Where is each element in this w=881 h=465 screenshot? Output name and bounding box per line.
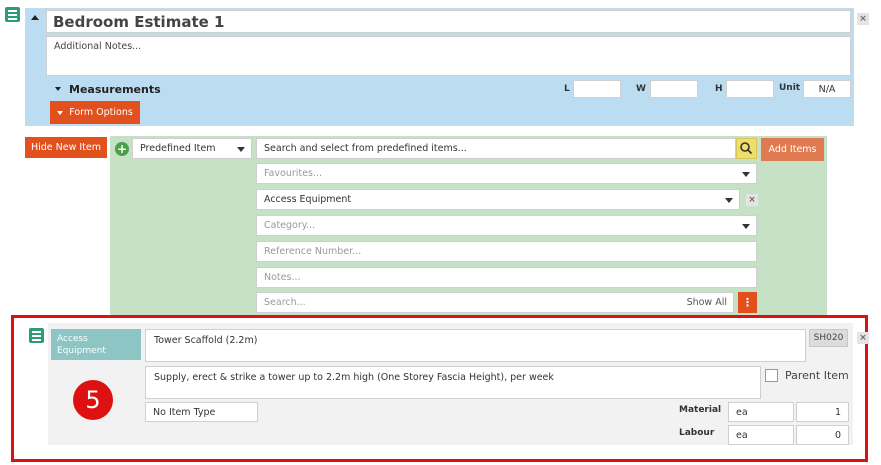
item-description-textarea[interactable]: Supply, erect & strike a tower up to 2.2… <box>145 366 761 399</box>
length-input[interactable] <box>573 80 621 98</box>
search-icon[interactable] <box>736 138 757 159</box>
width-label: W <box>636 84 646 94</box>
item-menu-icon[interactable] <box>29 328 44 343</box>
height-label: H <box>715 84 723 94</box>
parent-item-checkbox[interactable] <box>765 369 778 382</box>
item-name-input[interactable]: Tower Scaffold (2.2m) <box>145 329 806 362</box>
add-circle-icon[interactable]: + <box>115 142 129 156</box>
labour-unit-input[interactable]: ea <box>728 425 794 445</box>
item-group-select[interactable]: Access Equipment <box>256 189 740 210</box>
close-estimate-icon[interactable]: × <box>857 13 869 25</box>
material-label: Material <box>679 405 722 415</box>
form-options-caret-icon <box>57 110 64 115</box>
chevron-down-icon <box>725 198 733 203</box>
favourites-select[interactable]: Favourites... <box>256 163 757 184</box>
item-code-badge: SH020 <box>809 329 848 347</box>
measurements-toggle-icon[interactable] <box>55 87 61 91</box>
estimate-menu-icon[interactable] <box>5 7 20 22</box>
width-input[interactable] <box>650 80 698 98</box>
add-items-button[interactable]: Add Items <box>761 138 824 161</box>
estimate-title: Bedroom Estimate 1 <box>53 13 225 31</box>
unit-label: Unit <box>779 83 801 93</box>
parent-item-label: Parent Item <box>785 369 849 382</box>
collapse-up-icon[interactable] <box>31 15 39 20</box>
additional-notes-textarea[interactable]: Additional Notes... <box>46 36 851 76</box>
estimate-title-input[interactable]: Bedroom Estimate 1 <box>46 10 851 33</box>
reference-number-input[interactable]: Reference Number... <box>256 241 757 262</box>
hide-new-item-button[interactable]: Hide New Item <box>25 137 107 158</box>
height-input[interactable] <box>726 80 774 98</box>
predefined-search-input[interactable]: Search and select from predefined items.… <box>256 138 736 159</box>
category-select[interactable]: Category... <box>256 215 757 236</box>
labour-label: Labour <box>679 428 715 438</box>
chevron-down-icon <box>742 224 750 229</box>
items-search-input[interactable]: Search... Show All <box>256 292 734 313</box>
material-qty-input[interactable]: 1 <box>796 402 849 422</box>
item-type-select[interactable]: Predefined Item <box>132 138 252 159</box>
labour-qty-input[interactable]: 0 <box>796 425 849 445</box>
notes-input[interactable]: Notes... <box>256 267 757 288</box>
item-group-tag: Access Equipment <box>51 329 141 360</box>
measurements-label[interactable]: Measurements <box>69 83 161 96</box>
material-unit-input[interactable]: ea <box>728 402 794 422</box>
unit-input[interactable]: N/A <box>803 80 851 98</box>
form-options-button[interactable]: Form Options <box>50 101 140 124</box>
length-label: L <box>564 84 570 94</box>
chevron-down-icon <box>742 172 750 177</box>
chevron-down-icon <box>237 147 245 152</box>
step-number-badge: 5 <box>73 380 113 420</box>
remove-item-icon[interactable]: × <box>857 332 869 344</box>
show-all-link[interactable]: Show All <box>687 297 727 308</box>
clear-group-icon[interactable]: × <box>746 194 758 206</box>
form-options-label: Form Options <box>69 107 133 118</box>
more-options-icon[interactable]: ⋮ <box>738 292 757 313</box>
item-type-field[interactable]: No Item Type <box>145 402 258 422</box>
